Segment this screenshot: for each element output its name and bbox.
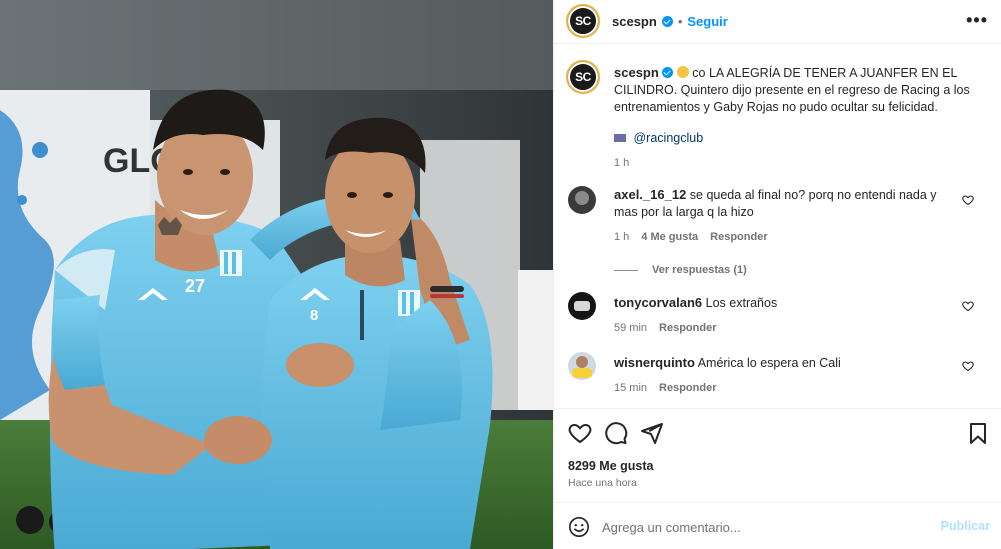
verified-badge-icon [661, 16, 673, 27]
author-avatar[interactable]: SC [566, 4, 600, 38]
comment-time[interactable]: 15 min [614, 380, 647, 397]
post-timestamp[interactable]: Hace una hora [568, 477, 637, 489]
separator-dot: • [677, 14, 683, 29]
comment-heart-icon[interactable] [962, 300, 974, 312]
laughing-emoji-icon [676, 66, 689, 78]
commenter-avatar[interactable] [568, 186, 596, 214]
caption: scespn co LA ALEGRÍA DE TENER A JUANFER … [614, 64, 984, 172]
comment-time[interactable]: 59 min [614, 320, 647, 337]
comment-meta: 59 min Responder [614, 320, 954, 337]
comment-body: tonycorvalan6 Los extraños 59 min Respon… [614, 294, 954, 337]
racing-flag-icon [614, 134, 626, 142]
comment-meta: 1 h 4 Me gusta Responder [614, 229, 954, 246]
caption-author-avatar[interactable]: SC [566, 60, 600, 94]
view-replies-button[interactable]: Ver respuestas (1) [614, 264, 747, 276]
comment-username[interactable]: tonycorvalan6 [614, 295, 702, 310]
more-options-icon[interactable]: ••• [966, 10, 988, 31]
comment-time[interactable]: 1 h [614, 229, 629, 246]
smiley-icon[interactable] [568, 516, 590, 538]
comment-username[interactable]: wisnerquinto [614, 355, 695, 370]
post-actions: 8299 Me gusta Hace una hora [554, 408, 1001, 502]
view-replies-label: Ver respuestas (1) [652, 264, 747, 276]
replies-line [614, 269, 638, 271]
svg-text:8: 8 [310, 307, 318, 324]
post-header: SC scespn • Seguir ••• [554, 0, 1001, 44]
comment-heart-icon[interactable] [962, 360, 974, 372]
caption-author-username[interactable]: scespn [614, 65, 659, 80]
avatar-logo-text: SC [575, 14, 591, 28]
comment-text: Los extraños [705, 296, 778, 310]
caption-mention[interactable]: @racingclub [633, 131, 703, 145]
author-username[interactable]: scespn [612, 14, 657, 29]
reply-button[interactable]: Responder [659, 320, 716, 337]
caption-mention-line: @racingclub [614, 130, 984, 147]
reply-button[interactable]: Responder [659, 380, 716, 397]
post-side-panel: SC scespn • Seguir ••• SC scespn co LA A… [553, 0, 1001, 549]
commenter-avatar[interactable] [568, 352, 596, 380]
comment-icon[interactable] [604, 421, 628, 445]
publish-button[interactable]: Publicar [941, 519, 990, 533]
paper-plane-icon[interactable] [640, 421, 664, 445]
caption-time[interactable]: 1 h [614, 155, 984, 172]
comments-scroll-area[interactable]: SC scespn co LA ALEGRÍA DE TENER A JUANF… [554, 50, 1001, 406]
commenter-avatar[interactable] [568, 292, 596, 320]
comment-text: América lo espera en Cali [697, 356, 841, 370]
like-count[interactable]: 8299 Me gusta [568, 459, 653, 473]
jersey-number-right: 8 [310, 307, 318, 324]
comment-likes[interactable]: 4 Me gusta [641, 229, 698, 246]
reply-button[interactable]: Responder [710, 229, 767, 246]
post-dialog: GLO 27 8 SC scespn • Seguir ••• SC scesp… [0, 0, 1001, 549]
follow-button[interactable]: Seguir [687, 14, 727, 29]
caption-avatar-logo-text: SC [575, 70, 591, 84]
comment-heart-icon[interactable] [962, 194, 974, 206]
post-photo[interactable]: GLO 27 8 [0, 0, 553, 549]
comment-meta: 15 min Responder [614, 380, 954, 397]
comment-composer: Publicar [554, 502, 1001, 549]
jersey-number-left: 27 [185, 276, 205, 296]
caption-verified-badge-icon [662, 67, 674, 78]
comment-body: axel._16_12 se queda al final no? porq n… [614, 186, 954, 246]
bookmark-icon[interactable] [966, 421, 990, 445]
photo-illustration: GLO 27 8 [0, 0, 553, 549]
comment-input[interactable] [602, 516, 922, 538]
svg-text:27: 27 [185, 276, 205, 296]
caption-prefix: co [692, 66, 706, 80]
comment-username[interactable]: axel._16_12 [614, 187, 686, 202]
heart-icon[interactable] [568, 421, 592, 445]
comment-body: wisnerquinto América lo espera en Cali 1… [614, 354, 954, 397]
